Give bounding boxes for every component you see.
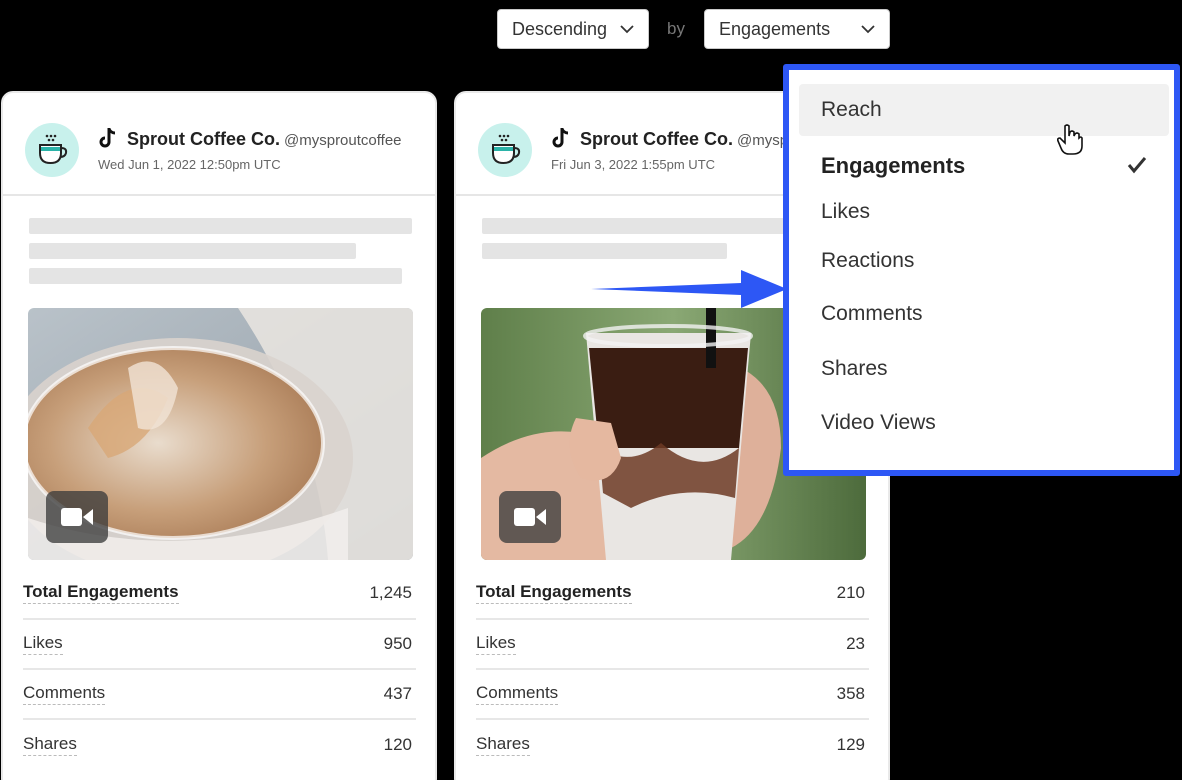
stat-value: 950 [383,634,412,653]
hand-cursor-icon [1057,124,1083,155]
option-label: Comments [821,302,923,325]
stat-row: Total Engagements 210 [476,568,869,620]
by-label: by [667,19,685,38]
dropdown-option-engagements[interactable]: Engagements [799,140,1169,192]
stat-label[interactable]: Likes [23,633,63,655]
profile-name[interactable]: Sprout Coffee Co. [580,129,733,149]
stat-label[interactable]: Total Engagements [476,582,632,604]
option-label: Video Views [821,411,936,434]
pointer-arrow-icon [591,270,787,308]
stat-label[interactable]: Comments [476,683,559,705]
stat-label[interactable]: Total Engagements [23,582,179,604]
stat-value: 129 [836,735,865,754]
stat-row: Shares 129 [476,720,869,770]
option-label: Engagements [821,153,966,178]
chevron-down-icon [861,25,875,34]
dropdown-option-shares[interactable]: Shares [799,343,1169,395]
stat-row: Shares 120 [23,720,416,770]
stat-value: 210 [836,583,865,602]
stat-row: Likes 23 [476,620,869,670]
profile-name[interactable]: Sprout Coffee Co. [127,129,280,149]
coffee-cup-icon [492,134,521,165]
stat-row: Likes 950 [23,620,416,670]
stat-label[interactable]: Comments [23,683,106,705]
video-icon [499,491,561,543]
stat-value: 358 [836,684,865,703]
dropdown-option-comments[interactable]: Comments [799,288,1169,340]
profile-line: Sprout Coffee Co.@mysproutcoffee [127,129,402,150]
video-icon [46,491,108,543]
dropdown-option-reach[interactable]: Reach [799,84,1169,136]
post-date: Wed Jun 1, 2022 12:50pm UTC [98,157,281,172]
stat-value: 23 [846,634,865,653]
post-media-thumbnail[interactable] [28,308,413,560]
stat-value: 120 [383,735,412,754]
post-date: Fri Jun 3, 2022 1:55pm UTC [551,157,716,172]
sort-order-select[interactable]: Descending [497,9,649,49]
dropdown-option-likes[interactable]: Likes [799,186,1169,238]
post-card[interactable]: Sprout Coffee Co. @mysproutcoffee Wed Jun… [1,91,437,780]
option-label: Reach [821,98,882,121]
text-placeholder [29,218,412,234]
avatar[interactable] [478,123,532,177]
engagement-stats: Total Engagements 210 Likes 23 Comments … [476,568,869,770]
stat-row: Comments 358 [476,670,869,720]
tiktok-icon [99,128,116,148]
dropdown-option-video-views[interactable]: Video Views [799,397,1169,449]
dropdown-option-reactions[interactable]: Reactions [799,235,1169,287]
checkmark-icon [1127,157,1147,174]
engagement-stats: Total Engagements 1,245 Likes 950 Commen… [23,568,416,770]
profile-handle: @mysproutcoffee [284,132,402,149]
tiktok-icon [552,128,569,148]
stat-label[interactable]: Shares [476,734,530,756]
coffee-cup-icon [39,134,68,165]
avatar[interactable] [25,123,79,177]
stat-row: Comments 437 [23,670,416,720]
stat-row: Total Engagements 1,245 [23,568,416,620]
stat-label[interactable]: Shares [23,734,77,756]
text-placeholder [29,268,402,284]
stat-value: 1,245 [369,583,412,602]
text-placeholder [29,243,356,259]
stat-label[interactable]: Likes [476,633,516,655]
sort-metric-dropdown: Reach Engagements Likes Reactions Commen… [783,64,1180,476]
sort-metric-value: Engagements [719,18,831,39]
chevron-down-icon [620,25,634,34]
sort-metric-select[interactable]: Engagements [704,9,890,49]
option-label: Likes [821,200,871,223]
stat-value: 437 [383,684,412,703]
option-label: Shares [821,357,888,380]
option-label: Reactions [821,249,915,272]
post-header: Sprout Coffee Co. @mysproutcoffee Wed Jun… [3,93,435,196]
text-placeholder [482,243,727,259]
sort-order-value: Descending [512,18,608,39]
